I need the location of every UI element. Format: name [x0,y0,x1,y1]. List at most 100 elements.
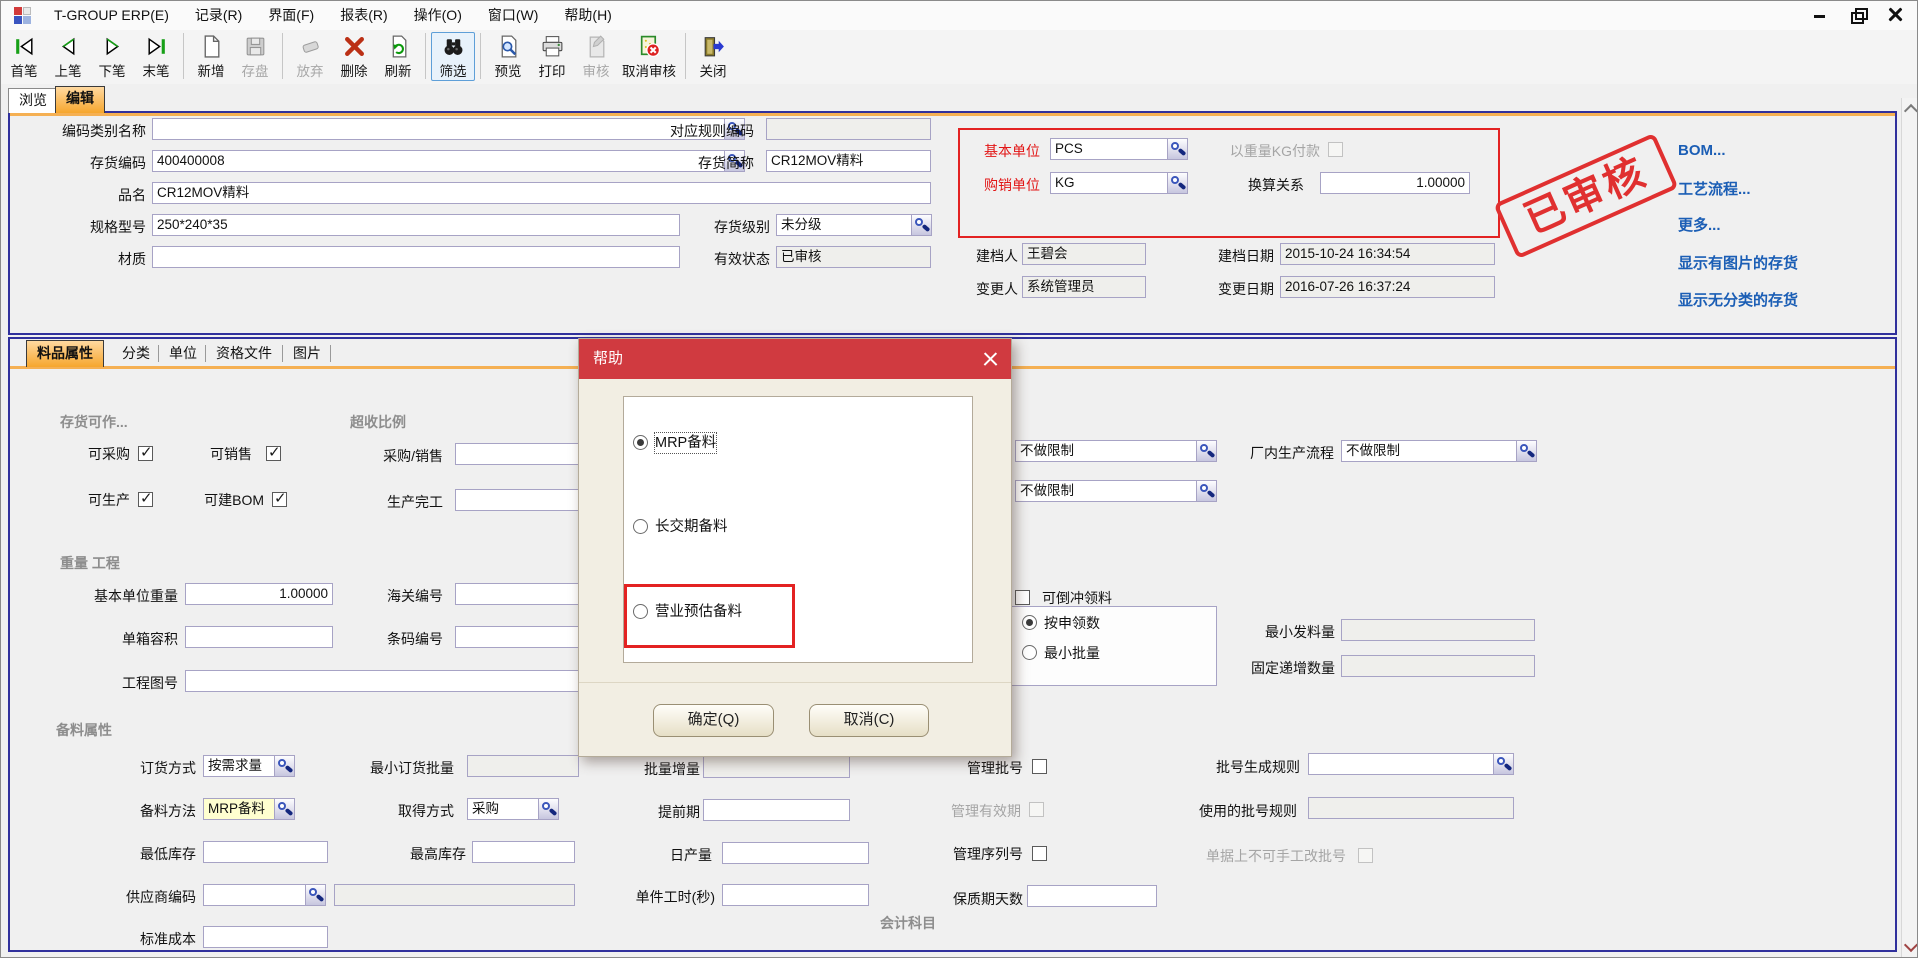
option-long-lead-label[interactable]: 长交期备料 [655,517,728,537]
menu-help[interactable]: 帮助(H) [551,0,624,30]
close-button[interactable] [1888,7,1904,23]
tab-images[interactable]: 图片 [287,341,327,365]
max-stock-field[interactable] [472,841,575,863]
factory-flow-field[interactable]: 不做限制 [1341,440,1537,462]
lookup-icon[interactable] [274,798,295,820]
tab-item-attributes[interactable]: 料品属性 [26,340,104,367]
toolbar-last[interactable]: 末笔 [134,32,178,81]
can-bom-checkbox[interactable] [272,492,287,507]
spec-label: 规格型号 [34,216,146,238]
lookup-icon[interactable] [1167,172,1188,194]
lookup-icon[interactable] [1493,753,1514,775]
lookup-icon[interactable] [1167,138,1188,160]
toolbar-print[interactable]: 打印 [530,32,574,81]
menu-window[interactable]: 窗口(W) [475,0,552,30]
minimize-button[interactable] [1812,7,1828,23]
lead-time-field[interactable] [703,799,850,821]
ok-button[interactable]: 确定(Q) [653,704,774,737]
tab-browse[interactable]: 浏览 [8,88,58,113]
batch-rule-field[interactable] [1308,753,1514,775]
option-long-lead-radio[interactable] [633,519,648,534]
level-field[interactable]: 未分级 [776,214,931,236]
min-stock-field[interactable] [203,841,328,863]
lookup-icon[interactable] [1516,440,1537,462]
dialog-close-icon[interactable] [983,352,998,367]
factory-flow-label: 厂内生产流程 [1222,442,1334,464]
can-purchase-checkbox[interactable] [138,446,153,461]
spec-field[interactable]: 250*240*35 [152,214,680,236]
by-requested-qty-radio[interactable] [1022,615,1037,630]
used-rule-label: 使用的批号规则 [1158,800,1297,822]
tab-classification[interactable]: 分类 [116,341,156,365]
material-label: 材质 [34,248,146,270]
inv-abbr-field[interactable]: CR12MOV精料 [766,150,931,172]
mgr-serial-label: 管理序列号 [924,843,1023,865]
material-field[interactable] [152,246,680,268]
menu-app[interactable]: T-GROUP ERP(E) [41,0,182,30]
toolbar-preview[interactable]: 预览 [486,32,530,81]
mgr-batch-checkbox[interactable] [1032,759,1047,774]
toolbar-new[interactable]: 新增 [189,32,233,81]
lookup-icon[interactable] [274,755,295,777]
lookup-icon[interactable] [1196,440,1217,462]
window-controls [1812,0,1904,30]
mgr-serial-checkbox[interactable] [1032,846,1047,861]
toolbar-next[interactable]: 下笔 [90,32,134,81]
scroll-down-icon[interactable] [1904,938,1918,952]
base-weight-field[interactable]: 1.00000 [185,583,333,605]
shelf-life-field[interactable] [1027,885,1157,907]
toolbar-abandon: 放弃 [288,32,332,81]
lookup-icon[interactable] [538,798,559,820]
option-mrp-label[interactable]: MRP备料 [655,433,716,453]
menu-operate[interactable]: 操作(O) [401,0,475,30]
restriction-field-1[interactable]: 不做限制 [1015,440,1217,462]
min-batch-radio[interactable] [1022,645,1037,660]
level-label: 存货级别 [690,216,770,238]
unit-time-field[interactable] [722,884,869,906]
menu-report[interactable]: 报表(R) [327,0,400,30]
link-show-with-images[interactable]: 显示有图片的存货 [1678,252,1798,273]
fixed-incr-label: 固定递增数量 [1221,657,1335,679]
dialog-footer [579,682,1011,756]
min-issue-label: 最小发料量 [1235,621,1335,643]
name-field[interactable]: CR12MOV精料 [152,182,931,204]
tab-units[interactable]: 单位 [163,341,203,365]
toolbar-close[interactable]: 关闭 [691,32,735,81]
menu-record[interactable]: 记录(R) [182,0,255,30]
std-cost-field[interactable] [203,926,328,948]
toolbar-first[interactable]: 首笔 [2,32,46,81]
daily-output-field[interactable] [722,842,869,864]
toolbar-refresh[interactable]: 刷新 [376,32,420,81]
restriction-field-2[interactable]: 不做限制 [1015,480,1217,502]
vertical-scrollbar[interactable] [1901,98,1918,958]
can-purchase-label: 可采购 [60,443,130,465]
tab-edit[interactable]: 编辑 [55,86,105,113]
link-more[interactable]: 更多... [1678,214,1721,235]
rule-code-field [766,118,931,140]
backflush-checkbox[interactable] [1015,590,1030,605]
toolbar-prev[interactable]: 上笔 [46,32,90,81]
delete-x-icon [342,34,367,63]
box-volume-field[interactable] [185,626,333,648]
conv-field[interactable]: 1.00000 [1320,172,1470,194]
toolbar-filter[interactable]: 筛选 [431,32,475,81]
inv-code-label: 存货编码 [34,152,146,174]
lookup-icon[interactable] [911,214,932,236]
link-bom[interactable]: BOM... [1678,142,1726,159]
toolbar-cancel-audit[interactable]: 取消审核 [618,32,680,81]
lookup-icon[interactable] [305,884,326,906]
toolbar-separator [183,33,184,79]
link-process-flow[interactable]: 工艺流程... [1678,178,1751,199]
restore-button[interactable] [1850,7,1866,23]
can-produce-checkbox[interactable] [138,492,153,507]
toolbar-delete[interactable]: 删除 [332,32,376,81]
tab-qualification-files[interactable]: 资格文件 [210,341,278,365]
dialog-title: 帮助 [579,339,1011,379]
scroll-up-icon[interactable] [1904,104,1918,118]
link-show-unclassified[interactable]: 显示无分类的存货 [1678,289,1798,310]
lookup-icon[interactable] [1196,480,1217,502]
option-mrp-radio[interactable] [633,435,648,450]
cancel-button[interactable]: 取消(C) [809,704,929,737]
can-sale-checkbox[interactable] [266,446,281,461]
menu-interface[interactable]: 界面(F) [255,0,327,30]
